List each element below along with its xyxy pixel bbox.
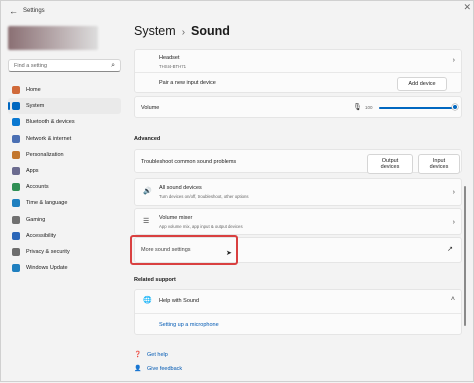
globe-clock-icon [12, 199, 20, 208]
microphone-icon[interactable]: 🎙 [353, 103, 362, 111]
sidebar-item-label: System [26, 103, 45, 110]
update-icon [12, 264, 20, 273]
red-highlight-box [130, 235, 238, 265]
gamepad-icon [12, 215, 20, 224]
brush-icon [12, 150, 20, 159]
apps-icon [12, 167, 20, 176]
sidebar-item-system[interactable]: System [8, 98, 121, 115]
search-placeholder: Find a setting [14, 63, 48, 69]
sidebar-item-personalization[interactable]: Personalization [8, 147, 121, 163]
accessibility-icon [12, 231, 20, 240]
sidebar-item-label: Accounts [26, 184, 49, 191]
volume-mixer-row[interactable]: ☰ Volume mixer App volume mix, app input… [134, 208, 462, 235]
volume-mixer-title: Volume mixer [159, 215, 193, 221]
advanced-heading: Advanced [134, 136, 161, 142]
sidebar-nav: Home System Bluetooth & devices Network & i… [8, 82, 121, 276]
back-arrow-icon[interactable]: ← [9, 6, 18, 16]
mouse-cursor-icon: ➤ [226, 250, 232, 257]
feedback-icon: 👤 [134, 366, 142, 372]
help-with-sound-card: 🌐 Help with Sound ˄ Setting up a microph… [134, 289, 462, 335]
shield-icon [12, 247, 20, 256]
sidebar-item-network-internet[interactable]: Network & internet [8, 131, 121, 147]
output-devices-button[interactable]: Output devices [367, 154, 413, 174]
all-sound-devices-row[interactable]: 🔊 All sound devices Turn devices on/off,… [134, 178, 462, 206]
sidebar-item-apps[interactable]: Apps [8, 163, 121, 179]
sidebar-item-label: Time & language [26, 200, 68, 207]
chevron-right-icon: › [452, 189, 455, 196]
sidebar-item-label: Windows Update [26, 265, 68, 272]
mixer-icon: ☰ [143, 218, 150, 225]
sidebar-item-label: Privacy & security [26, 248, 70, 255]
troubleshoot-card: Troubleshoot common sound problems Outpu… [134, 149, 462, 174]
setup-microphone-link[interactable]: Setting up a microphone [159, 322, 219, 328]
volume-mixer-subtitle: App volume mix, app input & output devic… [159, 224, 243, 229]
sidebar-item-home[interactable]: Home [8, 82, 121, 98]
settings-window: ← Settings ✕ Find a setting ⌕ Home System… [0, 0, 474, 382]
volume-slider-thumb[interactable] [452, 104, 458, 110]
bluetooth-icon [12, 118, 20, 127]
chevron-up-icon[interactable]: ˄ [451, 296, 455, 303]
sidebar-item-label: Personalization [26, 151, 64, 158]
sidebar-item-label: Apps [26, 168, 39, 175]
sidebar-item-label: Gaming [26, 216, 46, 223]
home-icon [12, 86, 20, 95]
sidebar-item-label: Network & internet [26, 135, 72, 142]
breadcrumb-parent[interactable]: System [134, 24, 176, 38]
all-sound-devices-title: All sound devices [159, 185, 202, 191]
app-title: Settings [23, 8, 45, 14]
sidebar-item-label: Home [26, 87, 41, 94]
volume-slider-fill [379, 107, 455, 109]
give-feedback-link[interactable]: Give feedback [147, 366, 182, 372]
get-help-link[interactable]: Get help [147, 352, 168, 358]
main-content: System › Sound Headset THSI4-BTH71 › Pair … [130, 1, 468, 383]
breadcrumb-separator: › [181, 27, 186, 38]
volume-value: 100 [365, 105, 373, 110]
person-icon [12, 183, 20, 192]
sidebar-item-label: Accessibility [26, 232, 56, 239]
search-icon: ⌕ [111, 62, 115, 69]
help-with-sound-title[interactable]: Help with Sound [159, 298, 199, 304]
profile-avatar-blurred[interactable] [8, 26, 98, 50]
scrollbar[interactable] [464, 186, 466, 326]
all-sound-devices-subtitle: Turn devices on/off, troubleshoot, other… [159, 194, 249, 199]
sidebar-item-label: Bluetooth & devices [26, 119, 75, 126]
sidebar-item-windows-update[interactable]: Windows Update [8, 260, 121, 276]
headset-subtitle: THSI4-BTH71 [159, 64, 186, 69]
sidebar-item-time-language[interactable]: Time & language [8, 195, 121, 211]
open-external-icon: ↗ [447, 246, 453, 253]
sidebar-item-gaming[interactable]: Gaming [8, 212, 121, 228]
globe-icon: 🌐 [143, 297, 152, 304]
network-icon [12, 134, 20, 143]
chevron-right-icon: › [452, 219, 455, 226]
input-devices-button[interactable]: Input devices [418, 154, 460, 174]
add-device-button[interactable]: Add device [397, 77, 447, 91]
divider [135, 313, 461, 314]
headset-title: Headset [159, 55, 180, 61]
sidebar-item-accessibility[interactable]: Accessibility [8, 228, 121, 244]
sidebar-item-bluetooth-devices[interactable]: Bluetooth & devices [8, 114, 121, 130]
sidebar-item-privacy-security[interactable]: Privacy & security [8, 244, 121, 260]
divider [135, 72, 461, 73]
speaker-devices-icon: 🔊 [143, 188, 152, 195]
related-support-heading: Related support [134, 277, 176, 283]
system-icon [12, 102, 20, 111]
chevron-right-icon[interactable]: › [453, 57, 455, 64]
search-input[interactable]: Find a setting ⌕ [8, 59, 121, 72]
get-help-icon: ❓ [134, 352, 142, 358]
page-title: Sound [191, 24, 230, 38]
sidebar-item-accounts[interactable]: Accounts [8, 179, 121, 195]
volume-label: Volume [141, 105, 160, 111]
input-device-card: Headset THSI4-BTH71 › Pair a new input d… [134, 49, 462, 93]
pair-input-label: Pair a new input device [159, 80, 216, 86]
troubleshoot-label: Troubleshoot common sound problems [141, 159, 237, 165]
breadcrumb: System › Sound [134, 24, 230, 38]
volume-card: Volume 🎙 100 [134, 96, 462, 118]
